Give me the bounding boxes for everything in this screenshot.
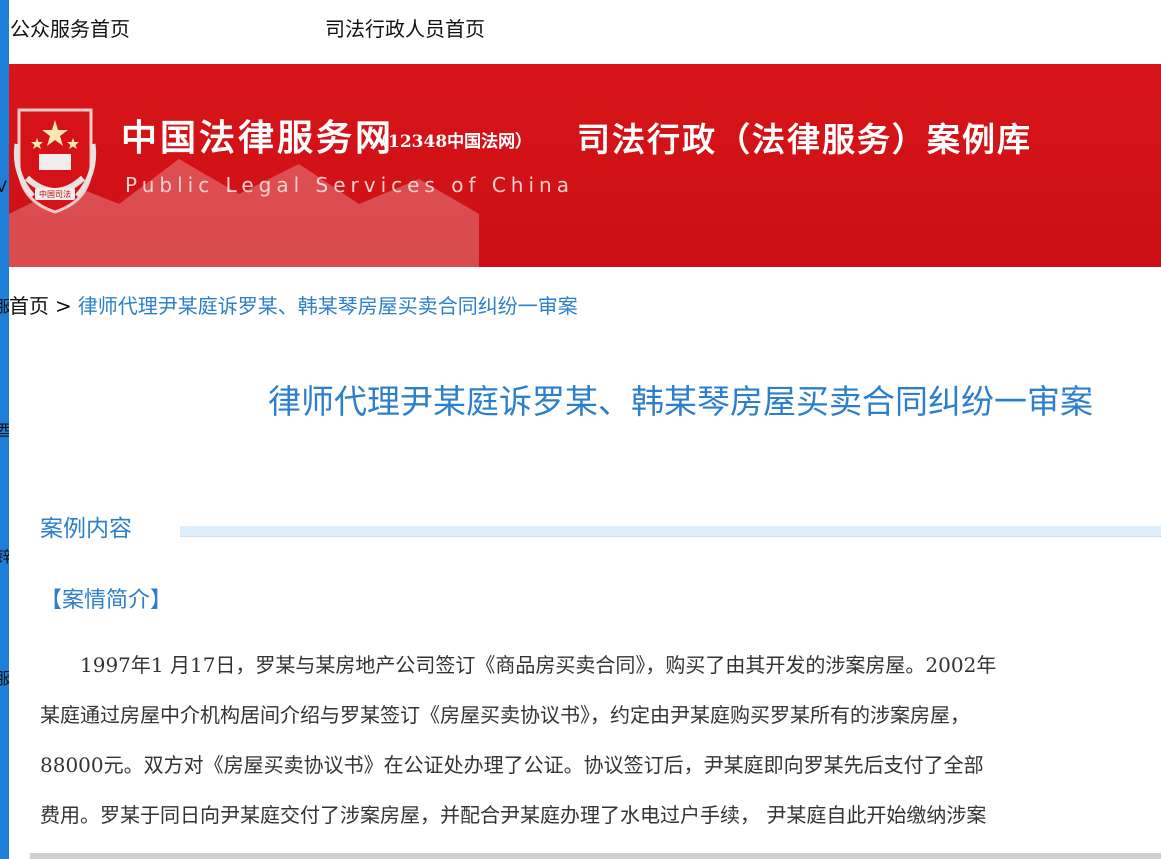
horizontal-scrollbar[interactable] — [30, 853, 1161, 859]
nav-public-home-link[interactable]: 公众服务首页 — [10, 15, 130, 43]
case-body-line: 1997年1 月17日，罗某与某房地产公司签订《商品房买卖合同》，购买了由其开发… — [40, 653, 997, 677]
breadcrumb-separator: > — [55, 294, 72, 318]
case-body-line: 费用。罗某于同日向尹某庭交付了涉案房屋，并配合尹某庭办理了水电过户手续， 尹某庭… — [40, 803, 987, 827]
breadcrumb: 首页 > 律师代理尹某庭诉罗某、韩某琴房屋买卖合同纠纷一审案 — [9, 292, 578, 320]
site-subname: （12348中国法网） — [371, 132, 533, 152]
judicial-emblem-icon: 中国司法 — [13, 108, 97, 214]
left-side-panel[interactable]: V 服 酉 锌 服 — [0, 0, 9, 859]
left-strip-glyph: 酉 — [0, 421, 9, 440]
left-strip-glyph: 锌 — [0, 547, 9, 566]
case-summary-heading: 【案情简介】 — [40, 588, 173, 613]
page-title: 律师代理尹某庭诉罗某、韩某琴房屋买卖合同纠纷一审案 — [268, 382, 1093, 421]
nav-judicial-home-link[interactable]: 司法行政人员首页 — [325, 15, 485, 43]
section-heading: 案例内容 — [40, 516, 132, 542]
left-strip-glyph: V — [0, 177, 7, 196]
site-banner: 中国司法 中国法律服务网 （12348中国法网） Public Legal Se… — [9, 64, 1161, 267]
case-body-line: 88000元。双方对《房屋买卖协议书》在公证处办理了公证。协议签订后，尹某庭即向… — [40, 753, 984, 777]
case-body: 1997年1 月17日，罗某与某房地产公司签订《商品房买卖合同》，购买了由其开发… — [40, 640, 1161, 840]
top-nav: 公众服务首页 司法行政人员首页 — [9, 0, 1161, 64]
emblem-caption: 中国司法 — [39, 189, 71, 199]
case-body-line: 某庭通过房屋中介机构居间介绍与罗某签订《房屋买卖协议书》，约定由尹某庭购买罗某所… — [40, 703, 970, 727]
breadcrumb-current-link[interactable]: 律师代理尹某庭诉罗某、韩某琴房屋买卖合同纠纷一审案 — [78, 294, 578, 318]
page: V 服 酉 锌 服 公众服务首页 司法行政人员首页 中国司法 中国法律服务网 （… — [0, 0, 1161, 859]
breadcrumb-home-link[interactable]: 首页 — [9, 294, 49, 318]
section-divider — [180, 526, 1161, 537]
left-strip-glyph: 服 — [0, 669, 9, 688]
site-english-name: Public Legal Services of China — [125, 173, 574, 197]
left-strip-glyph: 服 — [0, 297, 9, 316]
case-library-name: 司法行政（法律服务）案例库 — [577, 120, 1032, 159]
site-name: 中国法律服务网 — [121, 117, 395, 159]
